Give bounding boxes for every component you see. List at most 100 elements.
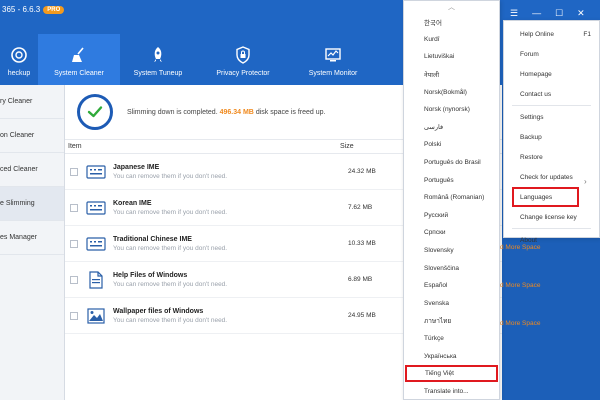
app-title: 365 - 6.6.3 PRO [2,5,65,14]
menu-item-label: Backup [520,133,542,141]
language-dropdown: ︿ 한국어 Kurdî Lietuviškai नेपाली Norsk(Bok… [403,0,500,400]
scroll-up-icon[interactable]: ︿ [404,1,499,13]
menu-item-label: Forum [520,50,539,58]
column-item[interactable]: Item [65,143,340,150]
row-size: 7.62 MB [348,204,373,211]
chevron-right-icon: › [584,177,587,186]
document-icon [86,270,106,289]
language-item[interactable]: नेपाली [404,66,499,84]
minimize-icon[interactable]: — [532,8,541,19]
keyboard-icon [86,199,106,217]
status-prefix: Slimming down is completed. [127,108,218,116]
menu-forum[interactable]: Forum [504,44,599,64]
row-checkbox[interactable] [70,275,78,284]
tab-checkup[interactable]: heckup [0,34,38,85]
menu-help-online[interactable]: Help Online F1 [504,24,599,44]
sidebar-item-privacy-cleaner[interactable]: on Cleaner [0,119,64,153]
row-checkbox[interactable] [70,239,78,248]
menu-contact-us[interactable]: Contact us [504,84,599,104]
shield-lock-icon [234,46,252,64]
menu-languages[interactable]: Languages [512,187,579,207]
menu-shortcut: F1 [583,30,591,38]
language-item[interactable]: Slovensky [404,242,499,260]
tab-system-tuneup[interactable]: System Tuneup [120,34,196,85]
menu-divider [512,105,591,106]
sidebar-item-registry-cleaner[interactable]: ry Cleaner [0,85,64,119]
language-item[interactable]: 한국어 [404,13,499,31]
main-tabs: heckup System Cleaner System Tuneup Priv… [0,34,376,85]
maximize-icon[interactable]: ☐ [555,8,563,19]
language-item[interactable]: ภาษาไทย [404,312,499,330]
sidebar-item-label: ry Cleaner [0,98,33,105]
sidebar-item-advanced-cleaner[interactable]: ced Cleaner [0,153,64,187]
menu-settings[interactable]: Settings [504,107,599,127]
language-item-translate[interactable]: Translate into... [404,382,499,400]
row-size: 10.33 MB [348,240,376,247]
window-controls: ☰ — ☐ ✕ [510,8,585,19]
language-item[interactable]: Türkçe [404,330,499,348]
language-item[interactable]: Português [404,171,499,189]
row-subtitle: You can remove them if you don't need. [113,208,228,216]
language-item[interactable]: Norsk (nynorsk) [404,101,499,119]
row-subtitle: You can remove them if you don't need. [113,280,228,288]
language-item[interactable]: Українська [404,347,499,365]
row-checkbox[interactable] [70,311,78,320]
broom-icon [70,46,88,64]
menu-backup[interactable]: Backup [504,127,599,147]
tab-system-monitor[interactable]: System Monitor [290,34,376,85]
row-subtitle: You can remove them if you don't need. [113,244,228,252]
row-title: Japanese IME [113,163,160,171]
language-item[interactable]: Română (Romanian) [404,189,499,207]
status-suffix: disk space is freed up. [255,108,326,116]
app-title-text: 365 - 6.6.3 [2,5,41,14]
tab-privacy-protector[interactable]: Privacy Protector [196,34,290,85]
menu-homepage[interactable]: Homepage [504,64,599,84]
more-space-link[interactable]: d More Space [500,282,540,289]
row-checkbox[interactable] [70,167,78,176]
language-item[interactable]: Polski [404,136,499,154]
row-size: 6.89 MB [348,276,373,283]
row-checkbox[interactable] [70,203,78,212]
tab-checkup-label: heckup [7,70,31,77]
row-subtitle: You can remove them if you don't need. [113,316,228,324]
menu-restore[interactable]: Restore [504,147,599,167]
menu-icon[interactable]: ☰ [510,8,518,19]
sidebar-item-files-manager[interactable]: es Manager [0,221,64,255]
language-item[interactable]: Svenska [404,295,499,313]
language-item[interactable]: Español [404,277,499,295]
language-item[interactable]: فارسی [404,119,499,137]
status-message: Slimming down is completed. 496.34 MB di… [127,109,325,116]
row-size: 24.95 MB [348,312,376,319]
sidebar-item-label: es Manager [0,234,37,241]
row-title: Korean IME [113,199,152,207]
pro-badge: PRO [43,5,65,14]
menu-change-license[interactable]: Change license key [504,207,599,227]
language-item[interactable]: Српски [404,224,499,242]
language-item[interactable]: Português do Brasil [404,154,499,172]
close-icon[interactable]: ✕ [577,8,585,19]
language-item[interactable]: Norsk(Bokmål) [404,83,499,101]
checkup-icon [10,46,28,64]
language-item[interactable]: Русский [404,207,499,225]
check-icon [77,94,113,130]
row-subtitle: You can remove them if you don't need. [113,172,228,180]
language-item[interactable]: Lietuviškai [404,48,499,66]
rocket-icon [149,46,167,64]
tab-system-cleaner[interactable]: System Cleaner [38,34,120,85]
sidebar-item-system-slimming[interactable]: e Slimming [0,187,64,221]
row-title: Help Files of Windows [113,271,188,279]
sidebar: ry Cleaner on Cleaner ced Cleaner e Slim… [0,85,65,400]
more-space-link[interactable]: d More Space [500,320,540,327]
settings-menu: Help Online F1 Forum Homepage Contact us… [503,20,600,244]
menu-divider [512,228,591,229]
menu-about[interactable]: About [504,230,599,250]
language-item-vietnamese[interactable]: Tiếng Việt [405,364,498,383]
menu-item-label: Help Online [520,30,554,38]
sidebar-item-label: ced Cleaner [0,166,38,173]
language-item[interactable]: Slovenščina [404,259,499,277]
monitor-icon [324,46,342,64]
keyboard-icon [86,163,106,181]
language-item[interactable]: Kurdî [404,31,499,49]
column-size[interactable]: Size [340,143,400,150]
row-title: Traditional Chinese IME [113,235,192,243]
